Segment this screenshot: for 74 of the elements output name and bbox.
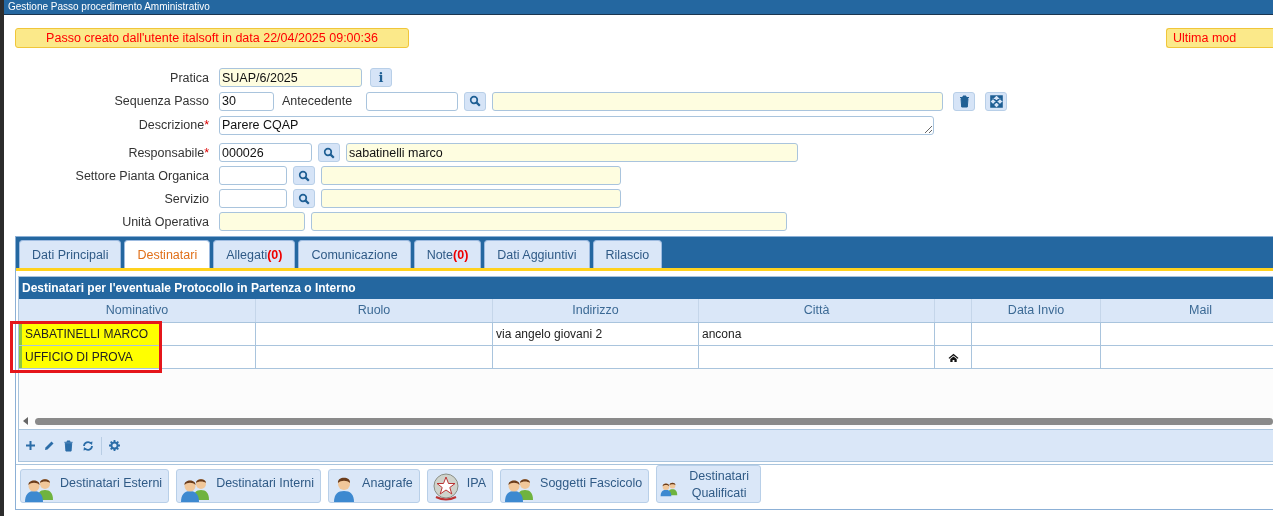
expand-icon — [989, 94, 1003, 108]
field-label: Descrizione* — [137, 118, 209, 132]
action-button[interactable]: Destinatari Esterni — [20, 469, 170, 503]
add-icon — [25, 440, 36, 451]
column-header[interactable]: Nominativo — [19, 299, 256, 322]
field-label: Settore Pianta Organica — [74, 168, 209, 183]
home-icon — [947, 352, 959, 362]
field-label: Antecedente — [282, 94, 353, 108]
trash-icon — [958, 94, 970, 108]
scroll-left-icon[interactable] — [23, 417, 29, 425]
refresh-icon — [82, 439, 94, 452]
column-header[interactable]: Ruolo — [256, 299, 493, 322]
field-label: Servizio — [163, 191, 209, 206]
search-button[interactable] — [293, 166, 315, 185]
action-button[interactable]: Soggetti Fascicolo — [500, 469, 650, 503]
info-button[interactable]: i — [370, 68, 392, 87]
readonly-field[interactable] — [311, 212, 787, 231]
readonly-field[interactable] — [321, 189, 621, 208]
field-label: Unità Operativa — [121, 214, 209, 229]
action-button[interactable]: Destinatari Qualificati — [656, 465, 762, 503]
search-button[interactable] — [464, 91, 487, 111]
edit-button[interactable] — [43, 439, 56, 452]
input-field[interactable] — [219, 166, 287, 185]
readonly-field[interactable]: sabatinelli marco — [346, 143, 798, 162]
settings-icon — [109, 440, 120, 451]
column-header[interactable]: Indirizzo — [493, 299, 699, 322]
action-button[interactable]: Anagrafe — [328, 469, 420, 503]
readonly-field[interactable]: SUAP/6/2025 — [219, 68, 362, 87]
readonly-field[interactable] — [321, 166, 621, 185]
window-title: Gestione Passo procedimento Amministrativo — [4, 0, 1273, 15]
input-field[interactable]: 30 — [219, 91, 274, 111]
delete-button[interactable] — [62, 438, 75, 453]
emblem-icon — [430, 472, 461, 502]
tab[interactable]: Rilascio — [592, 240, 663, 268]
search-button[interactable] — [293, 189, 315, 208]
tab[interactable]: Note(0) — [413, 240, 482, 268]
search-button[interactable] — [318, 143, 340, 162]
action-button[interactable]: Destinatari Interni — [176, 469, 322, 503]
pencil-icon — [44, 440, 55, 451]
search-icon — [298, 169, 310, 182]
table-cell: SABATINELLI MARCO — [19, 323, 159, 345]
info-banner: Ultima mod — [1166, 28, 1273, 48]
refresh-button[interactable] — [81, 438, 95, 453]
input-field[interactable]: 000026 — [219, 143, 312, 162]
column-header[interactable]: Mail — [1101, 299, 1273, 322]
tab[interactable]: Comunicazione — [298, 240, 411, 268]
scrollbar-thumb[interactable] — [35, 417, 1273, 425]
field-label: Responsabile* — [127, 145, 209, 160]
trash-icon — [63, 439, 74, 452]
input-field[interactable] — [366, 91, 459, 111]
grid-title: Destinatari per l'eventuale Protocollo in Partenza o Interno — [19, 277, 1273, 299]
required-mark: * — [204, 118, 209, 132]
search-icon — [298, 192, 310, 205]
input-field[interactable] — [219, 189, 287, 208]
field-label: Sequenza Passo — [113, 94, 209, 108]
search-icon — [469, 95, 482, 107]
expand-button[interactable] — [985, 91, 1008, 111]
tab[interactable]: Allegati(0) — [213, 240, 296, 268]
readonly-field[interactable] — [219, 212, 305, 231]
tab[interactable]: Dati Principali — [19, 240, 122, 268]
description-field[interactable]: Parere CQAP — [219, 115, 934, 135]
tab[interactable]: Dati Aggiuntivi — [484, 240, 590, 268]
tab[interactable]: Destinatari — [124, 240, 211, 268]
action-button[interactable]: IPA — [426, 469, 494, 503]
search-icon — [323, 146, 335, 159]
field-label: Pratica — [169, 70, 209, 85]
readonly-field[interactable] — [492, 91, 944, 111]
column-header[interactable]: Data Invio — [972, 299, 1101, 322]
info-banner: Passo creato dall'utente italsoft in data 22/04/2025 09:00:36 — [15, 28, 409, 48]
table-cell: UFFICIO DI PROVA — [19, 346, 159, 368]
required-mark: * — [204, 145, 209, 160]
settings-button[interactable] — [108, 439, 121, 452]
column-header[interactable]: Città — [699, 299, 935, 322]
add-button[interactable] — [24, 439, 37, 452]
